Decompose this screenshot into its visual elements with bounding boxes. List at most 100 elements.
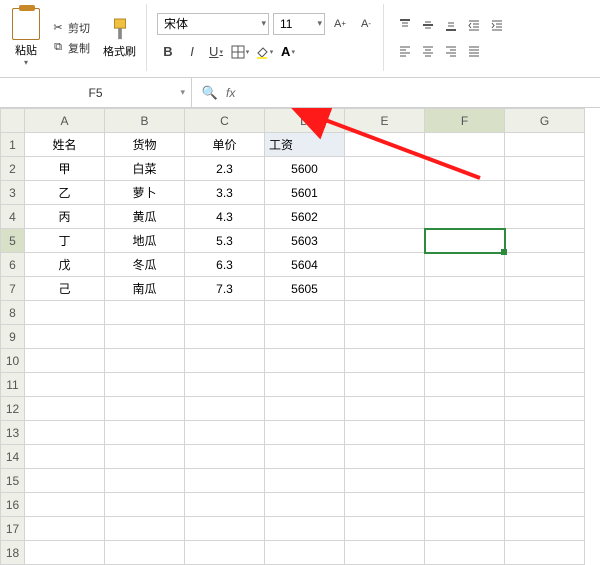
row-header[interactable]: 16: [1, 493, 25, 517]
cell[interactable]: [345, 277, 425, 301]
row-header[interactable]: 9: [1, 325, 25, 349]
align-center-button[interactable]: [417, 40, 439, 62]
cell[interactable]: [25, 373, 105, 397]
cell[interactable]: [185, 397, 265, 421]
cell[interactable]: 戊: [25, 253, 105, 277]
cell[interactable]: [185, 421, 265, 445]
cell[interactable]: [345, 541, 425, 565]
cell[interactable]: [345, 181, 425, 205]
cell[interactable]: [25, 301, 105, 325]
cell[interactable]: 己: [25, 277, 105, 301]
formula-input[interactable]: [245, 78, 600, 107]
cell[interactable]: 5603: [265, 229, 345, 253]
column-header[interactable]: F: [425, 109, 505, 133]
cell[interactable]: [25, 397, 105, 421]
cell[interactable]: [345, 517, 425, 541]
cell[interactable]: [185, 493, 265, 517]
cell[interactable]: [185, 325, 265, 349]
cell[interactable]: [185, 469, 265, 493]
cell[interactable]: [505, 397, 585, 421]
increase-indent-button[interactable]: [486, 14, 508, 36]
cell[interactable]: 萝卜: [105, 181, 185, 205]
cell[interactable]: [425, 469, 505, 493]
cell[interactable]: [505, 421, 585, 445]
fx-button[interactable]: fx: [226, 86, 235, 100]
cell[interactable]: [25, 349, 105, 373]
cell[interactable]: [265, 517, 345, 541]
cell[interactable]: [25, 493, 105, 517]
cell[interactable]: [505, 349, 585, 373]
align-middle-button[interactable]: [417, 14, 439, 36]
cell[interactable]: 南瓜: [105, 277, 185, 301]
cell[interactable]: [345, 301, 425, 325]
cell[interactable]: [505, 373, 585, 397]
cell[interactable]: [105, 301, 185, 325]
cell[interactable]: 4.3: [185, 205, 265, 229]
justify-button[interactable]: [463, 40, 485, 62]
cell[interactable]: [425, 205, 505, 229]
cell[interactable]: 5605: [265, 277, 345, 301]
row-header[interactable]: 17: [1, 517, 25, 541]
borders-button[interactable]: ▾: [229, 41, 251, 63]
cell[interactable]: [105, 421, 185, 445]
underline-button[interactable]: U▾: [205, 41, 227, 63]
paste-button[interactable]: 粘贴 ▾: [8, 6, 44, 69]
cell[interactable]: [265, 301, 345, 325]
cell[interactable]: 单价: [185, 133, 265, 157]
italic-button[interactable]: I: [181, 41, 203, 63]
cell[interactable]: 7.3: [185, 277, 265, 301]
cell[interactable]: [425, 157, 505, 181]
cell[interactable]: [105, 325, 185, 349]
row-header[interactable]: 15: [1, 469, 25, 493]
cell[interactable]: [265, 541, 345, 565]
cell[interactable]: [505, 517, 585, 541]
cell[interactable]: [265, 373, 345, 397]
cell[interactable]: [105, 541, 185, 565]
row-header[interactable]: 12: [1, 397, 25, 421]
row-header[interactable]: 2: [1, 157, 25, 181]
cell[interactable]: [25, 469, 105, 493]
row-header[interactable]: 4: [1, 205, 25, 229]
row-header[interactable]: 1: [1, 133, 25, 157]
cell[interactable]: [345, 493, 425, 517]
fill-color-button[interactable]: ▾: [253, 41, 275, 63]
cell[interactable]: [265, 421, 345, 445]
cell[interactable]: 丁: [25, 229, 105, 253]
cell[interactable]: 6.3: [185, 253, 265, 277]
cell[interactable]: [505, 445, 585, 469]
cell[interactable]: [105, 469, 185, 493]
cell[interactable]: 5601: [265, 181, 345, 205]
cell[interactable]: [425, 397, 505, 421]
cell[interactable]: [345, 133, 425, 157]
cell[interactable]: [185, 373, 265, 397]
cell[interactable]: [425, 181, 505, 205]
cell[interactable]: [425, 541, 505, 565]
cell[interactable]: [345, 229, 425, 253]
name-box[interactable]: F5 ▾: [0, 78, 192, 107]
align-left-button[interactable]: [394, 40, 416, 62]
cell[interactable]: 冬瓜: [105, 253, 185, 277]
select-all-corner[interactable]: [1, 109, 25, 133]
cell[interactable]: [25, 517, 105, 541]
column-header[interactable]: G: [505, 109, 585, 133]
cell[interactable]: [265, 397, 345, 421]
cell[interactable]: [185, 517, 265, 541]
cell[interactable]: [105, 493, 185, 517]
row-header[interactable]: 13: [1, 421, 25, 445]
column-header[interactable]: D: [265, 109, 345, 133]
cell[interactable]: 地瓜: [105, 229, 185, 253]
decrease-indent-button[interactable]: [463, 14, 485, 36]
align-top-button[interactable]: [394, 14, 416, 36]
cell[interactable]: [185, 541, 265, 565]
cell[interactable]: [265, 469, 345, 493]
cell[interactable]: 3.3: [185, 181, 265, 205]
row-header[interactable]: 7: [1, 277, 25, 301]
cell[interactable]: [105, 517, 185, 541]
cell[interactable]: 2.3: [185, 157, 265, 181]
cell[interactable]: [185, 349, 265, 373]
cell[interactable]: [425, 373, 505, 397]
magnifier-icon[interactable]: 🔍: [202, 85, 218, 101]
cell[interactable]: [345, 205, 425, 229]
row-header[interactable]: 10: [1, 349, 25, 373]
cell[interactable]: [425, 133, 505, 157]
